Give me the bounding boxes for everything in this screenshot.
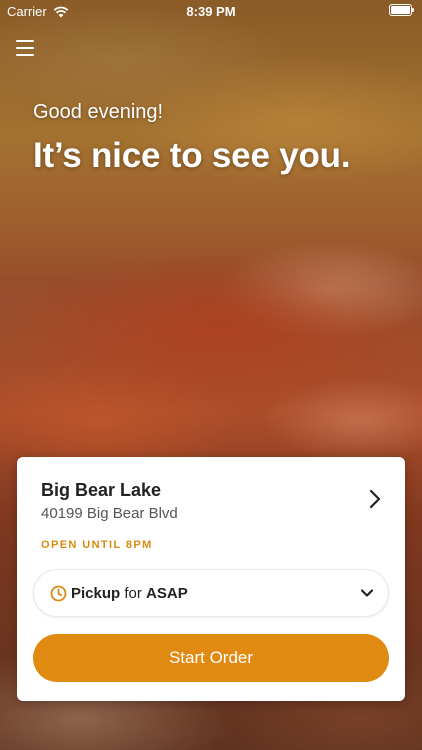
- chevron-right-icon[interactable]: [367, 488, 383, 510]
- battery-icon: [389, 4, 414, 16]
- pickup-mode: Pickup: [71, 584, 121, 602]
- chevron-down-icon: [360, 589, 374, 597]
- location-name[interactable]: Big Bear Lake: [41, 480, 161, 501]
- location-address: 40199 Big Bear Blvd: [41, 505, 178, 522]
- pickup-connector: for: [124, 584, 142, 602]
- greeting-text: Good evening!: [33, 101, 164, 123]
- pickup-summary: Pickup for ASAP: [71, 585, 360, 602]
- hamburger-menu-icon[interactable]: [16, 40, 34, 56]
- location-card: Big Bear Lake 40199 Big Bear Blvd OPEN U…: [17, 457, 405, 701]
- pickup-time: ASAP: [146, 584, 188, 602]
- start-order-button[interactable]: Start Order: [33, 634, 389, 682]
- open-status-label: OPEN UNTIL 8PM: [41, 539, 153, 551]
- pickup-time-selector[interactable]: Pickup for ASAP: [33, 569, 389, 617]
- status-bar: Carrier 8:39 PM: [0, 0, 422, 22]
- clock-time: 8:39 PM: [186, 4, 236, 19]
- headline-text: It’s nice to see you.: [33, 136, 351, 175]
- clock-icon: [50, 585, 67, 601]
